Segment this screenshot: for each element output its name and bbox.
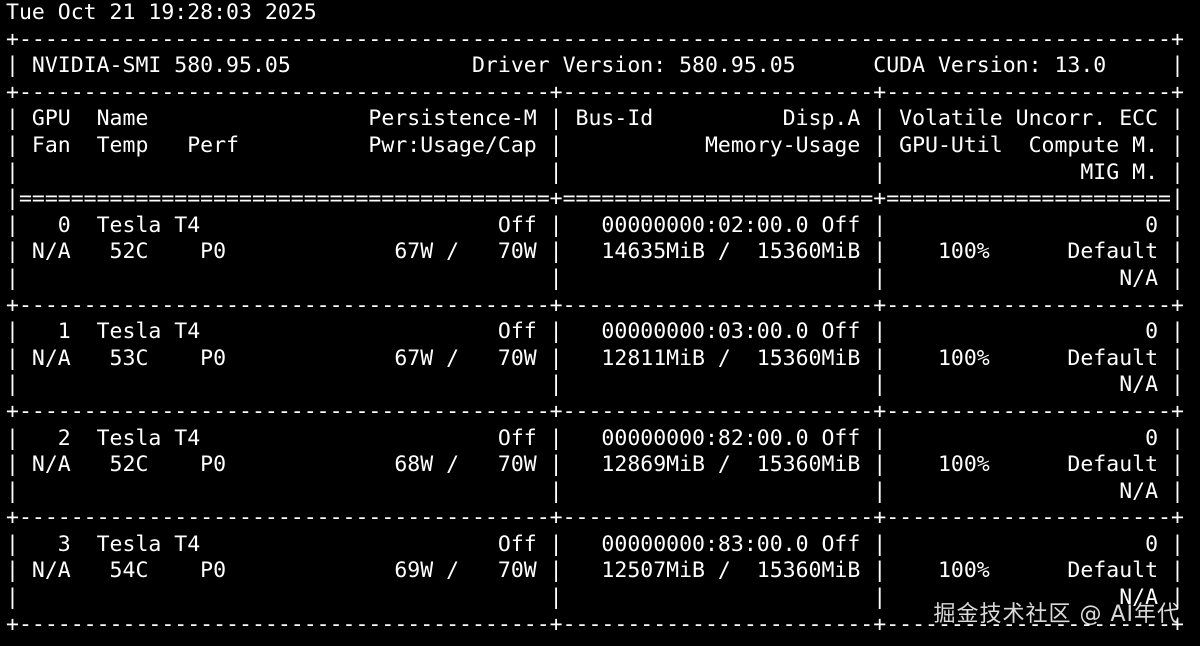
table-border: +---------------------------------------… [6,398,1184,424]
column-header-row: | Fan Temp Perf Pwr:Usage/Cap | Memory-U… [6,132,1184,158]
gpu-row-1-line-1: | 1 Tesla T4 Off | 00000000:03:00.0 Off … [6,319,1184,345]
gpu-row-3-line-2: | N/A 54C P0 69W / 70W | 12507MiB / 1536… [6,558,1184,584]
version-header-row: | NVIDIA-SMI 580.95.05 Driver Version: 5… [6,53,1184,79]
table-border: +---------------------------------------… [6,505,1184,531]
timestamp-line: Tue Oct 21 19:28:03 2025 [6,0,317,25]
table-border: +---------------------------------------… [6,292,1184,318]
gpu-row-3-line-1: | 3 Tesla T4 Off | 00000000:83:00.0 Off … [6,531,1184,557]
table-border: +---------------------------------------… [6,79,1184,105]
watermark: 掘金技术社区 @ AI年代 [933,602,1180,627]
gpu-row-0-line-2: | N/A 52C P0 67W / 70W | 14635MiB / 1536… [6,239,1184,265]
column-header-row: | GPU Name Persistence-M | Bus-Id Disp.A… [6,106,1184,132]
column-header-row: | | | MIG M. | [6,159,1184,185]
gpu-row-1-line-3: | | | N/A | [6,372,1184,398]
header-separator: |=======================================… [6,186,1184,212]
gpu-row-2-line-1: | 2 Tesla T4 Off | 00000000:82:00.0 Off … [6,425,1184,451]
terminal-output: Tue Oct 21 19:28:03 2025 +---------------… [6,0,1184,638]
gpu-row-1-line-2: | N/A 53C P0 67W / 70W | 12811MiB / 1536… [6,345,1184,371]
gpu-row-2-line-2: | N/A 52C P0 68W / 70W | 12869MiB / 1536… [6,452,1184,478]
gpu-row-0-line-3: | | | N/A | [6,265,1184,291]
gpu-row-0-line-1: | 0 Tesla T4 Off | 00000000:02:00.0 Off … [6,212,1184,238]
table-border: +---------------------------------------… [6,26,1184,52]
gpu-row-2-line-3: | | | N/A | [6,478,1184,504]
